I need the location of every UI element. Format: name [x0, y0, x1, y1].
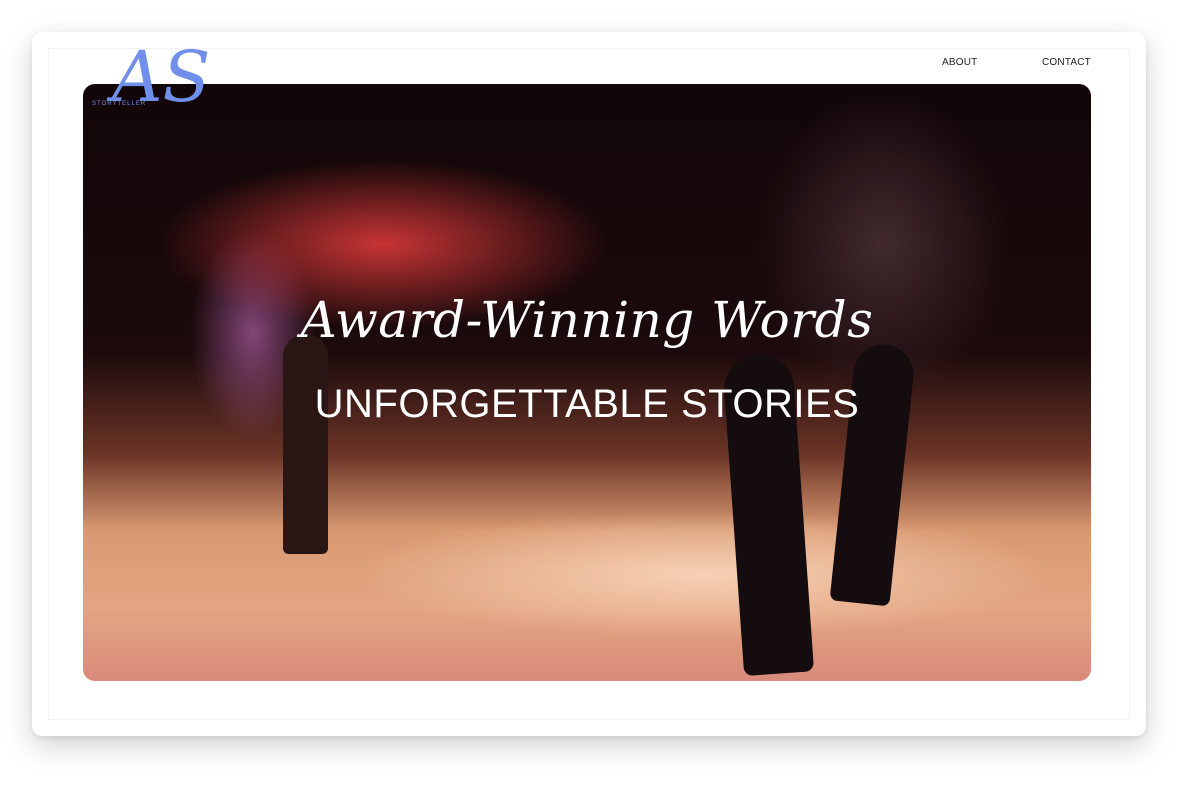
hero-image: Award-Winning Words UNFORGETTABLE STORIE… — [83, 84, 1091, 681]
hero-subtitle: UNFORGETTABLE STORIES — [314, 382, 860, 426]
nav-contact-link[interactable]: CONTACT — [1042, 57, 1091, 68]
logo-text: STORYTELLER — [92, 101, 147, 107]
hero-figure — [283, 334, 328, 554]
brand-logo[interactable]: AS STORYTELLER — [92, 42, 211, 135]
nav-about-link[interactable]: ABOUT — [942, 57, 977, 68]
hero-title: Award-Winning Words — [300, 291, 874, 349]
